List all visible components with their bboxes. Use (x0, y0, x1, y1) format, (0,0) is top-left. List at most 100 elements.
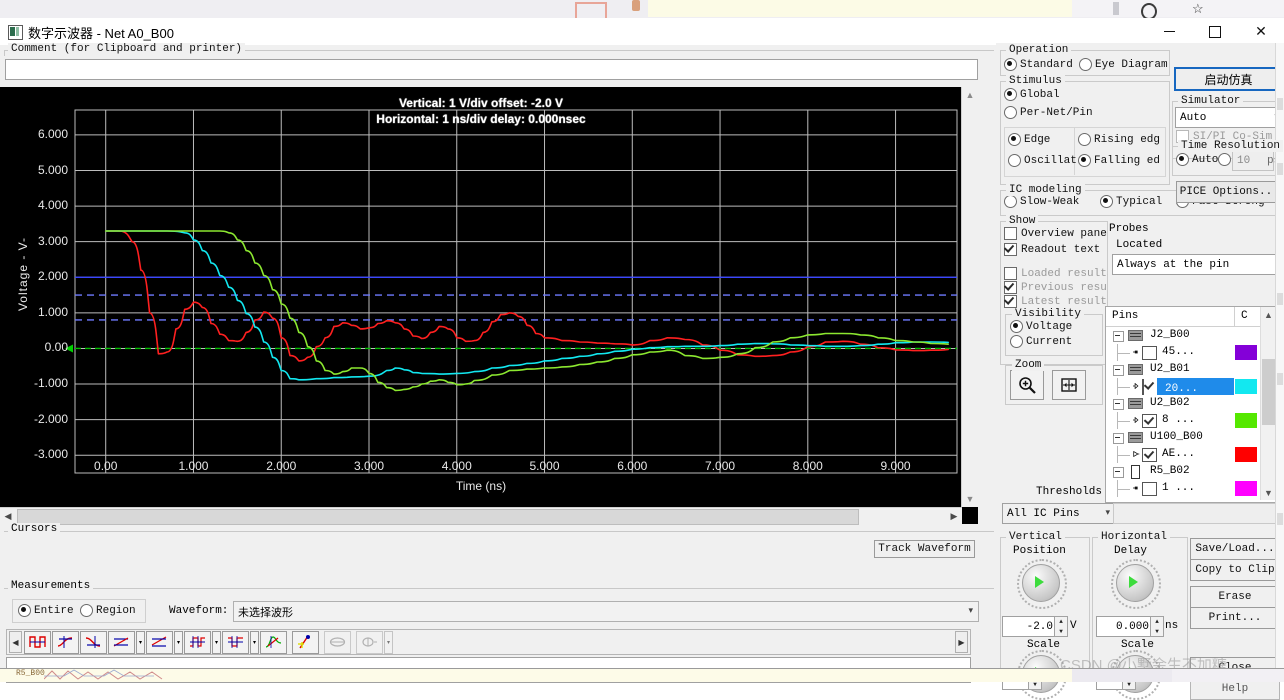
measure-fall-icon[interactable] (80, 630, 107, 654)
pins-tree-pin-row[interactable]: 45... (1106, 344, 1276, 361)
time-resolution-auto-radio[interactable]: Auto (1176, 153, 1218, 166)
minimize-button[interactable] (1146, 18, 1192, 45)
scroll-down-icon[interactable]: ▼ (962, 491, 978, 507)
erase-button[interactable]: Erase (1190, 586, 1280, 608)
pin-checkbox[interactable] (1142, 346, 1157, 360)
comment-input[interactable] (5, 59, 978, 80)
measure-period-icon[interactable] (24, 630, 51, 654)
measure-marker-icon[interactable] (292, 630, 319, 654)
measure-delay-dropdown-icon[interactable]: ▾ (136, 630, 145, 654)
maximize-button[interactable] (1192, 18, 1238, 45)
vertical-position-input[interactable]: -2.0 (1002, 616, 1058, 637)
pins-tree-pin-row[interactable]: 8 ... (1106, 412, 1276, 429)
measure-width2-icon[interactable] (222, 630, 249, 654)
pin-color-swatch[interactable] (1235, 379, 1257, 394)
plot-vertical-scrollbar[interactable]: ▲ ▼ (961, 87, 978, 507)
visibility-current-radio[interactable]: Current (1010, 335, 1072, 348)
horizontal-delay-input[interactable]: 0.000 (1096, 616, 1154, 637)
pins-tree-group-row[interactable]: R5_B02 (1106, 463, 1276, 480)
probes-located-select[interactable]: Always at the pin ▾ (1112, 254, 1284, 275)
measure-overshoot-icon[interactable] (260, 630, 287, 654)
measure-delay2-icon[interactable] (146, 630, 173, 654)
pin-checkbox[interactable] (1142, 448, 1157, 462)
toolbar-scroll-right-icon[interactable]: ▶ (955, 631, 968, 653)
pin-color-swatch[interactable] (1235, 447, 1257, 462)
pin-color-swatch[interactable] (1235, 345, 1257, 360)
spice-options-button[interactable]: PICE Options.. (1176, 181, 1276, 203)
toolbar-scroll-left-icon[interactable]: ◀ (9, 631, 22, 653)
stimulus-edge-radio[interactable]: Edge (1008, 133, 1050, 146)
measure-width2-dropdown-icon[interactable]: ▾ (250, 630, 259, 654)
scroll-thumb[interactable] (17, 509, 859, 525)
start-simulation-button[interactable]: 启动仿真 (1174, 67, 1283, 91)
pin-color-swatch[interactable] (1235, 413, 1257, 428)
expand-collapse-icon[interactable] (1113, 399, 1124, 410)
expand-collapse-icon[interactable] (1113, 331, 1124, 342)
pin-color-swatch[interactable] (1235, 481, 1257, 496)
scroll-down-icon[interactable]: ▼ (1261, 485, 1276, 500)
visibility-voltage-radio[interactable]: Voltage (1010, 320, 1072, 333)
waveform-select[interactable]: 未选择波形 ▾ (233, 601, 979, 622)
measure-delay-icon[interactable] (108, 630, 135, 654)
scroll-up-icon[interactable]: ▲ (1261, 307, 1276, 322)
measurement-region-radio[interactable]: Region (80, 604, 136, 617)
expand-collapse-icon[interactable] (1113, 433, 1124, 444)
horizontal-delay-stepper[interactable]: ▲ ▼ (1150, 616, 1164, 637)
thresholds-extra-select[interactable]: ▾ (1113, 503, 1284, 524)
scroll-up-icon[interactable]: ▲ (962, 87, 978, 103)
operation-standard-radio[interactable]: Standard (1004, 58, 1073, 71)
stimulus-per-net-pin-radio[interactable]: Per-Net/Pin (1004, 106, 1093, 119)
pin-checkbox[interactable] (1142, 482, 1157, 496)
pin-checkbox[interactable] (1142, 379, 1144, 395)
ic-modeling-typical-radio[interactable]: Typical (1100, 195, 1162, 208)
simulator-select[interactable]: Auto ▾ (1175, 107, 1284, 128)
measurement-entire-radio[interactable]: Entire (18, 604, 74, 617)
pins-tree-pin-row[interactable]: 20... (1106, 378, 1276, 395)
stepper-up-icon[interactable]: ▲ (1055, 617, 1067, 627)
stepper-up-icon[interactable]: ▲ (1151, 617, 1163, 627)
close-button[interactable]: ✕ (1238, 18, 1284, 45)
track-waveform-button[interactable]: Track Waveform (874, 540, 975, 558)
stepper-down-icon[interactable]: ▼ (1055, 627, 1067, 637)
zoom-fit-button[interactable] (1052, 370, 1086, 400)
show-latest-results-checkbox[interactable]: Latest results (1004, 295, 1108, 308)
show-overview-pane-checkbox[interactable]: Overview pane (1004, 227, 1108, 240)
pins-tree-scrollbar[interactable]: ▲ ▼ (1260, 307, 1276, 500)
show-readout-text-checkbox[interactable]: Readout text (1004, 243, 1108, 256)
stimulus-global-radio[interactable]: Global (1004, 88, 1060, 101)
operation-eye-diagram-radio[interactable]: Eye Diagram (1079, 58, 1168, 71)
measure-width-dropdown-icon[interactable]: ▾ (212, 630, 221, 654)
scroll-thumb[interactable] (1262, 359, 1275, 425)
pins-tree-group-row[interactable]: U2_B02 (1106, 395, 1276, 412)
stimulus-falling-edge-radio[interactable]: Falling ed (1078, 154, 1166, 167)
measure-delay2-dropdown-icon[interactable]: ▾ (174, 630, 183, 654)
show-loaded-results-checkbox[interactable]: Loaded results (1004, 267, 1108, 280)
stepper-down-icon[interactable]: ▼ (1151, 627, 1163, 637)
pins-tree-pin-row[interactable]: 1 ... (1106, 480, 1276, 497)
vertical-position-stepper[interactable]: ▲ ▼ (1054, 616, 1068, 637)
horizontal-delay-knob[interactable] (1111, 559, 1161, 609)
pin-checkbox[interactable] (1142, 414, 1157, 428)
pins-tree[interactable]: Pins C J2_B00 45... U2_B01 20... U2_B02 8 ...… (1105, 306, 1277, 503)
expand-collapse-icon[interactable] (1113, 467, 1124, 478)
stimulus-oscillate-radio[interactable]: Oscillat (1008, 154, 1077, 167)
print-button[interactable]: Print... (1190, 607, 1280, 629)
pins-tree-pin-row[interactable]: AE... (1106, 446, 1276, 463)
scroll-right-icon[interactable]: ▶ (946, 508, 962, 525)
vertical-position-knob[interactable] (1017, 559, 1067, 609)
save-load-button[interactable]: Save/Load... (1190, 538, 1280, 560)
measure-rise-icon[interactable] (52, 630, 79, 654)
thresholds-select[interactable]: All IC Pins ▾ (1002, 503, 1116, 524)
zoom-in-button[interactable] (1010, 370, 1044, 400)
copy-to-clip-button[interactable]: Copy to Clip (1190, 559, 1280, 581)
pins-tree-group-row[interactable]: U100_B00 (1106, 429, 1276, 446)
stimulus-rising-edge-radio[interactable]: Rising edg (1078, 133, 1166, 146)
ic-modeling-slow-weak-radio[interactable]: Slow-Weak (1004, 195, 1079, 208)
measure-width-icon[interactable] (184, 630, 211, 654)
pins-tree-group-row[interactable]: J2_B00 (1106, 327, 1276, 344)
pins-tree-group-row[interactable]: U2_B01 (1106, 361, 1276, 378)
show-previous-results-checkbox[interactable]: Previous resul (1004, 281, 1108, 294)
plot-horizontal-scrollbar[interactable]: ◀ ▶ (0, 507, 962, 525)
waveform-canvas[interactable]: Vertical: 1 V/div offset: -2.0 V Horizon… (0, 87, 962, 507)
expand-collapse-icon[interactable] (1113, 365, 1124, 376)
